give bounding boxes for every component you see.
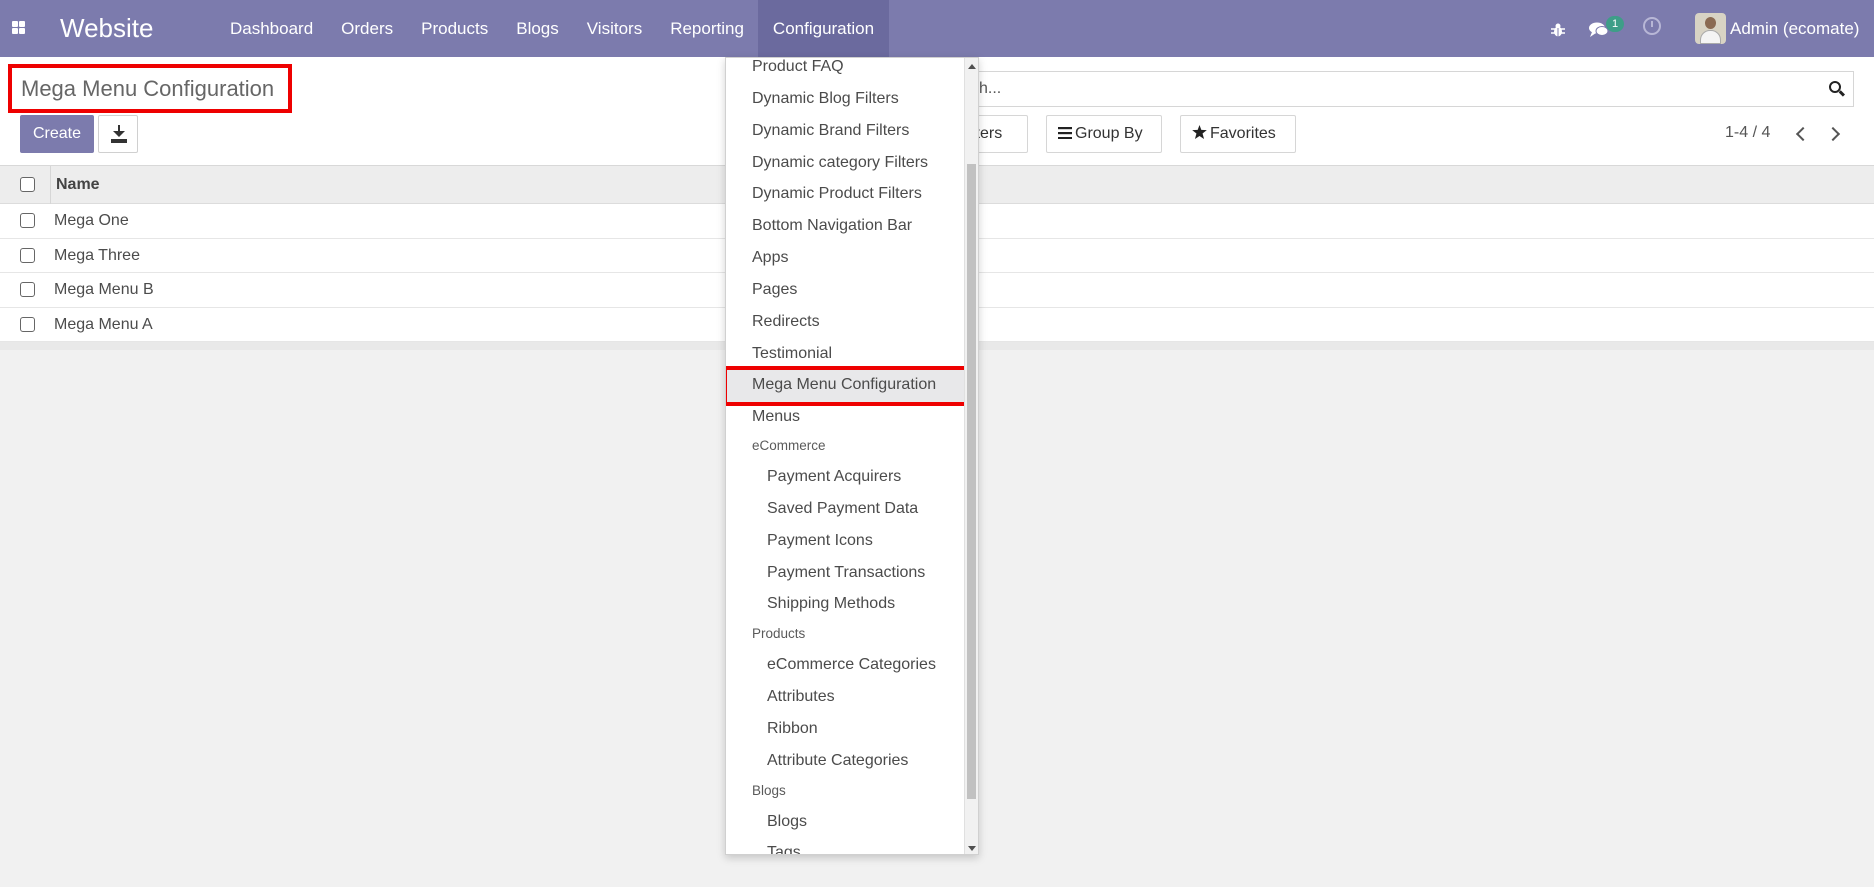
- dropdown-scrollbar[interactable]: [964, 58, 978, 854]
- user-menu[interactable]: Admin (ecomate): [1730, 0, 1859, 57]
- search-icon[interactable]: [1829, 81, 1846, 97]
- row-name[interactable]: Mega Menu A: [54, 316, 153, 334]
- page-title: Mega Menu Configuration: [8, 64, 292, 113]
- dd-menus[interactable]: Menus: [752, 408, 800, 426]
- dd-apps[interactable]: Apps: [752, 249, 788, 267]
- dd-payment-transactions[interactable]: Payment Transactions: [767, 564, 925, 582]
- dd-blogs[interactable]: Blogs: [767, 813, 807, 831]
- dd-payment-icons[interactable]: Payment Icons: [767, 532, 873, 550]
- row-name[interactable]: Mega One: [54, 212, 129, 230]
- favorites-label: Favorites: [1210, 125, 1276, 142]
- dd-bottom-navigation-bar[interactable]: Bottom Navigation Bar: [752, 217, 912, 235]
- row-checkbox[interactable]: [20, 282, 35, 297]
- chevron-left-icon[interactable]: [1794, 127, 1808, 141]
- app-brand[interactable]: Website: [60, 12, 153, 44]
- avatar[interactable]: [1695, 13, 1726, 44]
- chat-badge: 1: [1606, 16, 1624, 32]
- dd-dynamic-product-filters[interactable]: Dynamic Product Filters: [752, 185, 922, 203]
- dd-ecommerce-header: eCommerce: [752, 438, 826, 453]
- row-name[interactable]: Mega Three: [54, 247, 140, 265]
- pager-value[interactable]: 1-4 / 4: [1725, 124, 1770, 142]
- dd-dynamic-category-filters[interactable]: Dynamic category Filters: [752, 154, 928, 172]
- row-checkbox[interactable]: [20, 213, 35, 228]
- row-checkbox[interactable]: [20, 247, 35, 263]
- menu-visitors[interactable]: Visitors: [573, 0, 656, 57]
- dd-pages[interactable]: Pages: [752, 281, 797, 299]
- dd-testimonial[interactable]: Testimonial: [752, 345, 832, 363]
- dd-blogs-header: Blogs: [752, 783, 786, 798]
- row-checkbox[interactable]: [20, 316, 35, 332]
- scroll-thumb[interactable]: [967, 164, 976, 799]
- dd-product-faq[interactable]: Product FAQ: [752, 58, 844, 76]
- menu-reporting[interactable]: Reporting: [656, 0, 758, 57]
- dd-attributes[interactable]: Attributes: [767, 688, 835, 706]
- configuration-dropdown: Product FAQ Dynamic Blog Filters Dynamic…: [725, 57, 979, 855]
- search-input[interactable]: ch...: [960, 71, 1854, 107]
- menu-orders[interactable]: Orders: [327, 0, 407, 57]
- groupby-button[interactable]: Group By: [1046, 115, 1162, 153]
- star-icon: [1192, 125, 1207, 139]
- dd-ecommerce-categories[interactable]: eCommerce Categories: [767, 656, 936, 674]
- download-icon: [113, 125, 125, 137]
- bug-icon[interactable]: [1550, 0, 1566, 57]
- chat-icon[interactable]: [1589, 0, 1609, 57]
- dd-shipping-methods[interactable]: Shipping Methods: [767, 595, 895, 613]
- download-button[interactable]: [98, 115, 138, 153]
- chevron-right-icon[interactable]: [1828, 127, 1842, 141]
- favorites-button[interactable]: Favorites: [1180, 115, 1296, 153]
- dd-tags[interactable]: Tags: [767, 844, 801, 854]
- select-all-checkbox[interactable]: [20, 177, 35, 192]
- column-name[interactable]: Name: [56, 176, 100, 194]
- dd-dynamic-brand-filters[interactable]: Dynamic Brand Filters: [752, 122, 909, 140]
- dd-saved-payment-data[interactable]: Saved Payment Data: [767, 500, 918, 518]
- dd-attribute-categories[interactable]: Attribute Categories: [767, 752, 908, 770]
- top-navbar: Website Dashboard Orders Products Blogs …: [0, 0, 1874, 57]
- menu-configuration[interactable]: Configuration: [757, 0, 890, 57]
- menu-dashboard[interactable]: Dashboard: [216, 0, 327, 57]
- scroll-up-icon[interactable]: [968, 64, 976, 69]
- dd-redirects[interactable]: Redirects: [752, 313, 820, 331]
- scroll-down-icon[interactable]: [968, 846, 976, 851]
- dd-ribbon[interactable]: Ribbon: [767, 720, 818, 738]
- dd-products-header: Products: [752, 626, 806, 641]
- create-button[interactable]: Create: [20, 115, 94, 153]
- apps-icon[interactable]: [8, 14, 32, 42]
- groupby-label: Group By: [1075, 125, 1143, 142]
- menu-products[interactable]: Products: [407, 0, 502, 57]
- menu-blogs[interactable]: Blogs: [502, 0, 573, 57]
- list-icon: [1058, 127, 1072, 140]
- highlight-box: [726, 366, 971, 406]
- dd-payment-acquirers[interactable]: Payment Acquirers: [767, 468, 901, 486]
- clock-icon[interactable]: [1643, 17, 1661, 35]
- dd-dynamic-blog-filters[interactable]: Dynamic Blog Filters: [752, 90, 899, 108]
- main-menu: Dashboard Orders Products Blogs Visitors…: [216, 0, 890, 57]
- row-name[interactable]: Mega Menu B: [54, 281, 154, 299]
